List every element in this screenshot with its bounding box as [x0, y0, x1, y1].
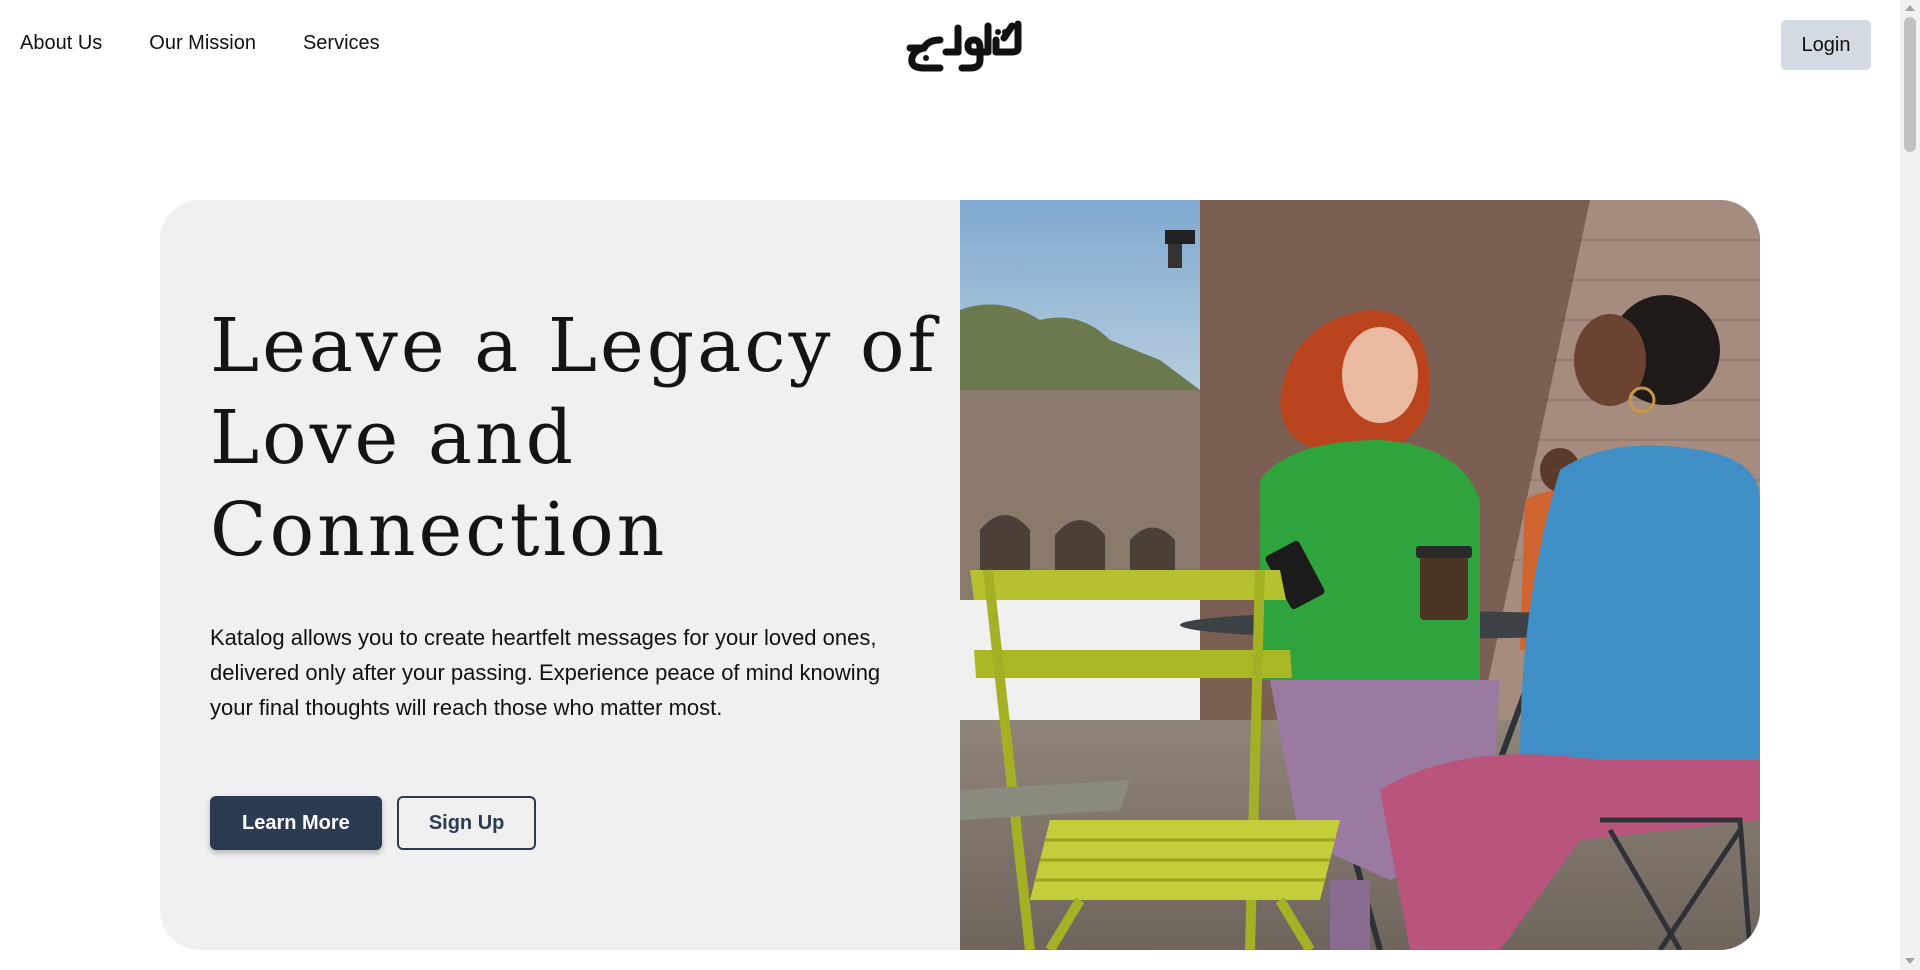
- scrollbar-thumb[interactable]: [1904, 17, 1916, 152]
- hero-headline-line-3: Connection: [210, 487, 668, 573]
- hero-buttons: Learn More Sign Up: [210, 796, 537, 850]
- hero-description: Katalog allows you to create heartfelt m…: [210, 625, 881, 720]
- katalog-logo[interactable]: [900, 18, 1026, 72]
- nav-link-services[interactable]: Services: [303, 32, 380, 55]
- hero-headline: Leave a Legacy of Love and Connection: [210, 300, 938, 576]
- learn-more-button[interactable]: Learn More: [210, 796, 382, 850]
- scroll-up-arrow-icon[interactable]: [1905, 5, 1915, 11]
- hero-headline-line-2: Love and: [210, 395, 576, 481]
- scroll-down-arrow-icon[interactable]: [1905, 958, 1915, 964]
- login-button[interactable]: Login: [1781, 20, 1871, 70]
- nav-link-our-mission[interactable]: Our Mission: [149, 32, 256, 55]
- top-navbar: About Us Our Mission Services Login: [0, 0, 1900, 90]
- hero-headline-line-1: Leave a Legacy of: [210, 303, 938, 389]
- hero-card: Leave a Legacy of Love and Connection Ka…: [160, 200, 1760, 950]
- hero-text-panel: Leave a Legacy of Love and Connection Ka…: [160, 200, 960, 950]
- hero-photo: [960, 200, 1760, 950]
- nav-links: About Us Our Mission Services: [20, 32, 380, 55]
- vertical-scrollbar[interactable]: [1900, 0, 1920, 970]
- sign-up-button[interactable]: Sign Up: [396, 796, 537, 850]
- nav-link-about-us[interactable]: About Us: [20, 32, 102, 55]
